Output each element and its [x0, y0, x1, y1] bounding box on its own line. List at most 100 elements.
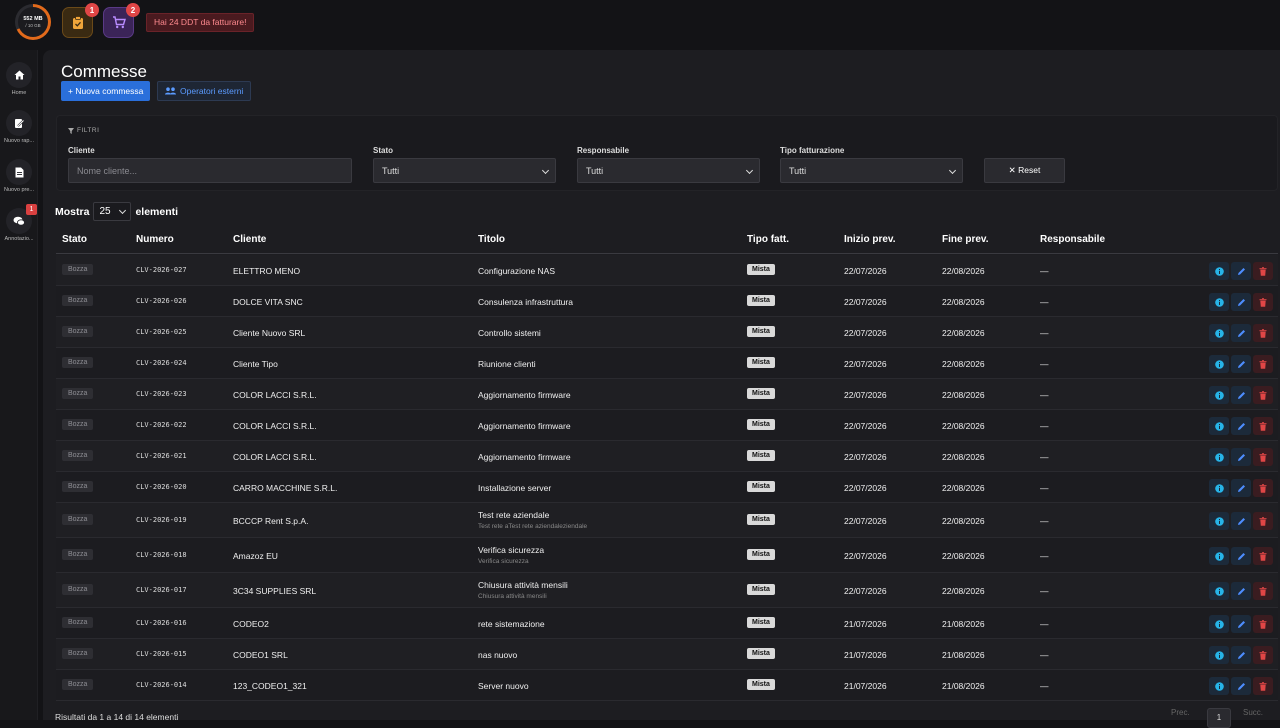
- delete-button[interactable]: [1253, 677, 1273, 695]
- table-row[interactable]: Bozza CLV-2026-014 123_CODEO1_321 Server nu…: [56, 670, 1278, 701]
- edit-button[interactable]: [1231, 355, 1251, 373]
- external-operators-button[interactable]: Operatori esterni: [157, 81, 252, 101]
- sidebar-item-nuovo-preventivo[interactable]: Nuovo pre...: [0, 159, 38, 199]
- delete-button[interactable]: [1253, 615, 1273, 633]
- edit-button[interactable]: [1231, 512, 1251, 530]
- header-inizio-prev[interactable]: Inizio prev.: [844, 234, 896, 245]
- table-row[interactable]: Bozza CLV-2026-016 CODEO2 rete sistemazione…: [56, 608, 1278, 639]
- edit-button[interactable]: [1231, 615, 1251, 633]
- edit-button[interactable]: [1231, 448, 1251, 466]
- row-actions: [1209, 293, 1273, 311]
- header-stato[interactable]: Stato: [62, 234, 87, 245]
- info-button[interactable]: [1209, 262, 1229, 280]
- commessa-number: CLV-2026-019: [136, 516, 187, 524]
- sidebar-item-nuovo-rapporto[interactable]: Nuovo rap...: [0, 110, 38, 150]
- delete-button[interactable]: [1253, 293, 1273, 311]
- next-page-button[interactable]: Succ.: [1243, 708, 1263, 717]
- tipo-fatturazione-label: Tipo fatturazione: [780, 146, 845, 155]
- table-row[interactable]: Bozza CLV-2026-024 Cliente Tipo Riunione cl…: [56, 348, 1278, 379]
- status-badge: Bozza: [62, 549, 94, 560]
- delete-button[interactable]: [1253, 262, 1273, 280]
- edit-button[interactable]: [1231, 293, 1251, 311]
- page-title: Commesse: [61, 62, 147, 81]
- delete-button[interactable]: [1253, 582, 1273, 600]
- delete-button[interactable]: [1253, 479, 1273, 497]
- table-row[interactable]: Bozza CLV-2026-015 CODEO1 SRL nas nuovo Mist…: [56, 639, 1278, 670]
- delete-button[interactable]: [1253, 355, 1273, 373]
- sidebar-item-annotazioni[interactable]: 1 Annotazio...: [0, 204, 38, 248]
- responsible: —: [1040, 452, 1049, 462]
- edit-button[interactable]: [1231, 547, 1251, 565]
- delete-button[interactable]: [1253, 417, 1273, 435]
- title-cell: Test rete aziendale Test rete aTest rete …: [478, 510, 587, 530]
- edit-button[interactable]: [1231, 677, 1251, 695]
- table-row[interactable]: Bozza CLV-2026-021 COLOR LACCI S.R.L. Aggio…: [56, 441, 1278, 472]
- table-row[interactable]: Bozza CLV-2026-017 3C34 SUPPLIES SRL Chiusu…: [56, 573, 1278, 608]
- orders-button[interactable]: 1: [62, 3, 99, 38]
- delete-button[interactable]: [1253, 646, 1273, 664]
- table-row[interactable]: Bozza CLV-2026-026 DOLCE VITA SNC Consulenz…: [56, 286, 1278, 317]
- header-cliente[interactable]: Cliente: [233, 234, 266, 245]
- client-name: Cliente Nuovo SRL: [233, 328, 306, 338]
- table-row[interactable]: Bozza CLV-2026-022 COLOR LACCI S.R.L. Aggio…: [56, 410, 1278, 441]
- header-titolo[interactable]: Titolo: [478, 234, 505, 245]
- client-name: ELETTRO MENO: [233, 266, 301, 276]
- prev-page-button[interactable]: Prec.: [1171, 708, 1190, 717]
- header-tipo-fatt[interactable]: Tipo fatt.: [747, 234, 789, 245]
- info-button[interactable]: [1209, 677, 1229, 695]
- cart-button[interactable]: 2: [103, 3, 140, 38]
- responsabile-select[interactable]: Tutti: [577, 158, 760, 183]
- delete-button[interactable]: [1253, 547, 1273, 565]
- row-actions: [1209, 417, 1273, 435]
- info-button[interactable]: [1209, 324, 1229, 342]
- row-actions: [1209, 386, 1273, 404]
- cliente-input[interactable]: Nome cliente...: [68, 158, 352, 183]
- edit-button[interactable]: [1231, 479, 1251, 497]
- header-numero[interactable]: Numero: [136, 234, 174, 245]
- page-length-select[interactable]: 25: [93, 202, 132, 221]
- table-row[interactable]: Bozza CLV-2026-020 CARRO MACCHINE S.R.L. In…: [56, 472, 1278, 503]
- reset-button[interactable]: ✕ Reset: [984, 158, 1065, 183]
- edit-button[interactable]: [1231, 646, 1251, 664]
- edit-button[interactable]: [1231, 582, 1251, 600]
- sidebar-item-home[interactable]: Home: [0, 62, 38, 102]
- table-row[interactable]: Bozza CLV-2026-025 Cliente Nuovo SRL Contro…: [56, 317, 1278, 348]
- header-responsabile[interactable]: Responsabile: [1040, 234, 1105, 245]
- info-button[interactable]: [1209, 386, 1229, 404]
- trash-icon: [1259, 297, 1267, 307]
- annotations-badge: 1: [26, 204, 37, 215]
- responsible: —: [1040, 619, 1049, 629]
- edit-button[interactable]: [1231, 417, 1251, 435]
- trash-icon: [1259, 421, 1267, 431]
- ddt-alert[interactable]: Hai 24 DDT da fatturare!: [146, 13, 255, 32]
- edit-button[interactable]: [1231, 262, 1251, 280]
- header-fine-prev[interactable]: Fine prev.: [942, 234, 989, 245]
- table-row[interactable]: Bozza CLV-2026-027 ELETTRO MENO Configurazi…: [56, 255, 1278, 286]
- info-button[interactable]: [1209, 615, 1229, 633]
- edit-button[interactable]: [1231, 386, 1251, 404]
- delete-button[interactable]: [1253, 386, 1273, 404]
- info-button[interactable]: [1209, 512, 1229, 530]
- table-row[interactable]: Bozza CLV-2026-023 COLOR LACCI S.R.L. Aggio…: [56, 379, 1278, 410]
- end-date: 22/08/2026: [942, 452, 985, 462]
- storage-usage-ring[interactable]: 552 MB / 10 GB: [15, 4, 51, 40]
- stato-select[interactable]: Tutti: [373, 158, 556, 183]
- table-row[interactable]: Bozza CLV-2026-019 BCCCP Rent S.p.A. Test r…: [56, 503, 1278, 538]
- current-page-button[interactable]: 1: [1207, 708, 1231, 728]
- commessa-title: Chiusura attività mensili: [478, 580, 568, 590]
- info-button[interactable]: [1209, 417, 1229, 435]
- tipo-fatturazione-select[interactable]: Tutti: [780, 158, 963, 183]
- delete-button[interactable]: [1253, 512, 1273, 530]
- info-button[interactable]: [1209, 547, 1229, 565]
- info-button[interactable]: [1209, 355, 1229, 373]
- new-commessa-button[interactable]: + Nuova commessa: [61, 81, 151, 101]
- info-button[interactable]: [1209, 448, 1229, 466]
- edit-button[interactable]: [1231, 324, 1251, 342]
- delete-button[interactable]: [1253, 324, 1273, 342]
- info-button[interactable]: [1209, 646, 1229, 664]
- info-button[interactable]: [1209, 293, 1229, 311]
- info-button[interactable]: [1209, 582, 1229, 600]
- info-button[interactable]: [1209, 479, 1229, 497]
- delete-button[interactable]: [1253, 448, 1273, 466]
- table-row[interactable]: Bozza CLV-2026-018 Amazoz EU Verifica sicur…: [56, 538, 1278, 573]
